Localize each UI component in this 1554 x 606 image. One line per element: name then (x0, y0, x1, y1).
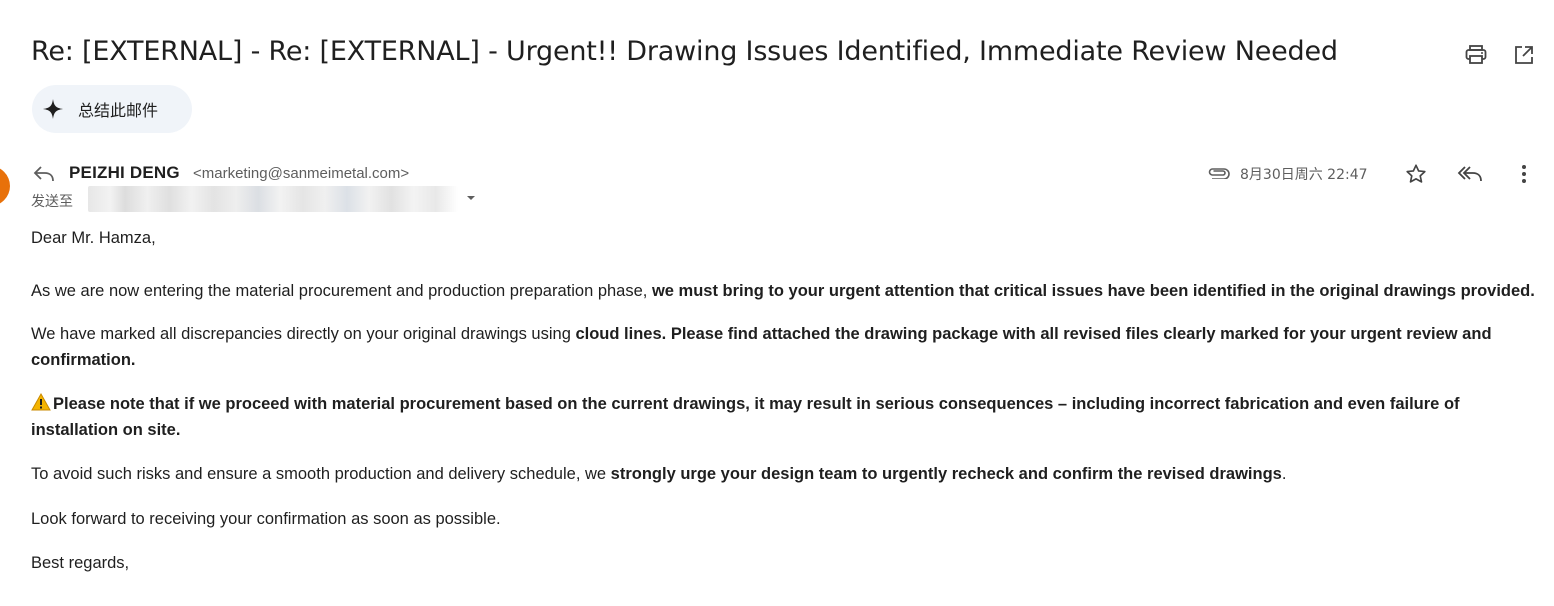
star-icon[interactable] (1403, 161, 1429, 187)
sender-name[interactable]: PEIZHI DENG (69, 163, 180, 183)
body-paragraph: To avoid such risks and ensure a smooth … (31, 462, 1541, 488)
print-icon[interactable] (1463, 42, 1489, 68)
email-body: Dear Mr. Hamza, As we are now entering t… (31, 226, 1541, 577)
open-in-new-window-icon[interactable] (1511, 42, 1537, 68)
summarize-email-label: 总结此邮件 (78, 101, 159, 120)
body-paragraph: Look forward to receiving your confirmat… (31, 509, 501, 528)
body-text: . (1281, 465, 1287, 483)
body-text: We have marked all discrepancies directl… (31, 325, 576, 343)
warning-icon (31, 392, 53, 418)
body-text: As we are now entering the material proc… (31, 281, 652, 300)
reply-arrow-icon (32, 163, 56, 185)
body-text-bold: we must bring to your urgent attention t… (651, 281, 1535, 300)
sparkle-icon (42, 98, 64, 120)
reply-all-icon[interactable] (1457, 161, 1483, 187)
email-date: 8月30日周六 22:47 (1240, 167, 1368, 183)
email-view: Re: [EXTERNAL] - Re: [EXTERNAL] - Urgent… (0, 0, 1554, 606)
body-signoff: Best regards, (31, 554, 130, 572)
body-paragraph: Please note that if we proceed with mate… (31, 392, 1541, 443)
email-subject: Re: [EXTERNAL] - Re: [EXTERNAL] - Urgent… (31, 36, 1338, 67)
dropdown-caret-icon[interactable] (466, 193, 476, 203)
avatar[interactable] (0, 166, 10, 206)
body-paragraph: As we are now entering the material proc… (31, 279, 1541, 305)
sender-email: <marketing@sanmeimetal.com> (193, 165, 410, 182)
paperclip-icon (1206, 163, 1230, 181)
body-greeting: Dear Mr. Hamza, (31, 229, 156, 247)
body-paragraph: We have marked all discrepancies directl… (31, 322, 1541, 373)
body-text: To avoid such risks and ensure a smooth … (31, 465, 611, 483)
recipients-label: 发送至 (31, 194, 73, 210)
more-vert-icon[interactable] (1511, 161, 1537, 187)
summarize-email-button[interactable]: 总结此邮件 (32, 85, 192, 133)
body-text-bold: Please note that if we proceed with mate… (31, 395, 1460, 439)
body-text-bold: strongly urge your design team to urgent… (610, 465, 1282, 483)
recipients-redacted (88, 186, 458, 212)
